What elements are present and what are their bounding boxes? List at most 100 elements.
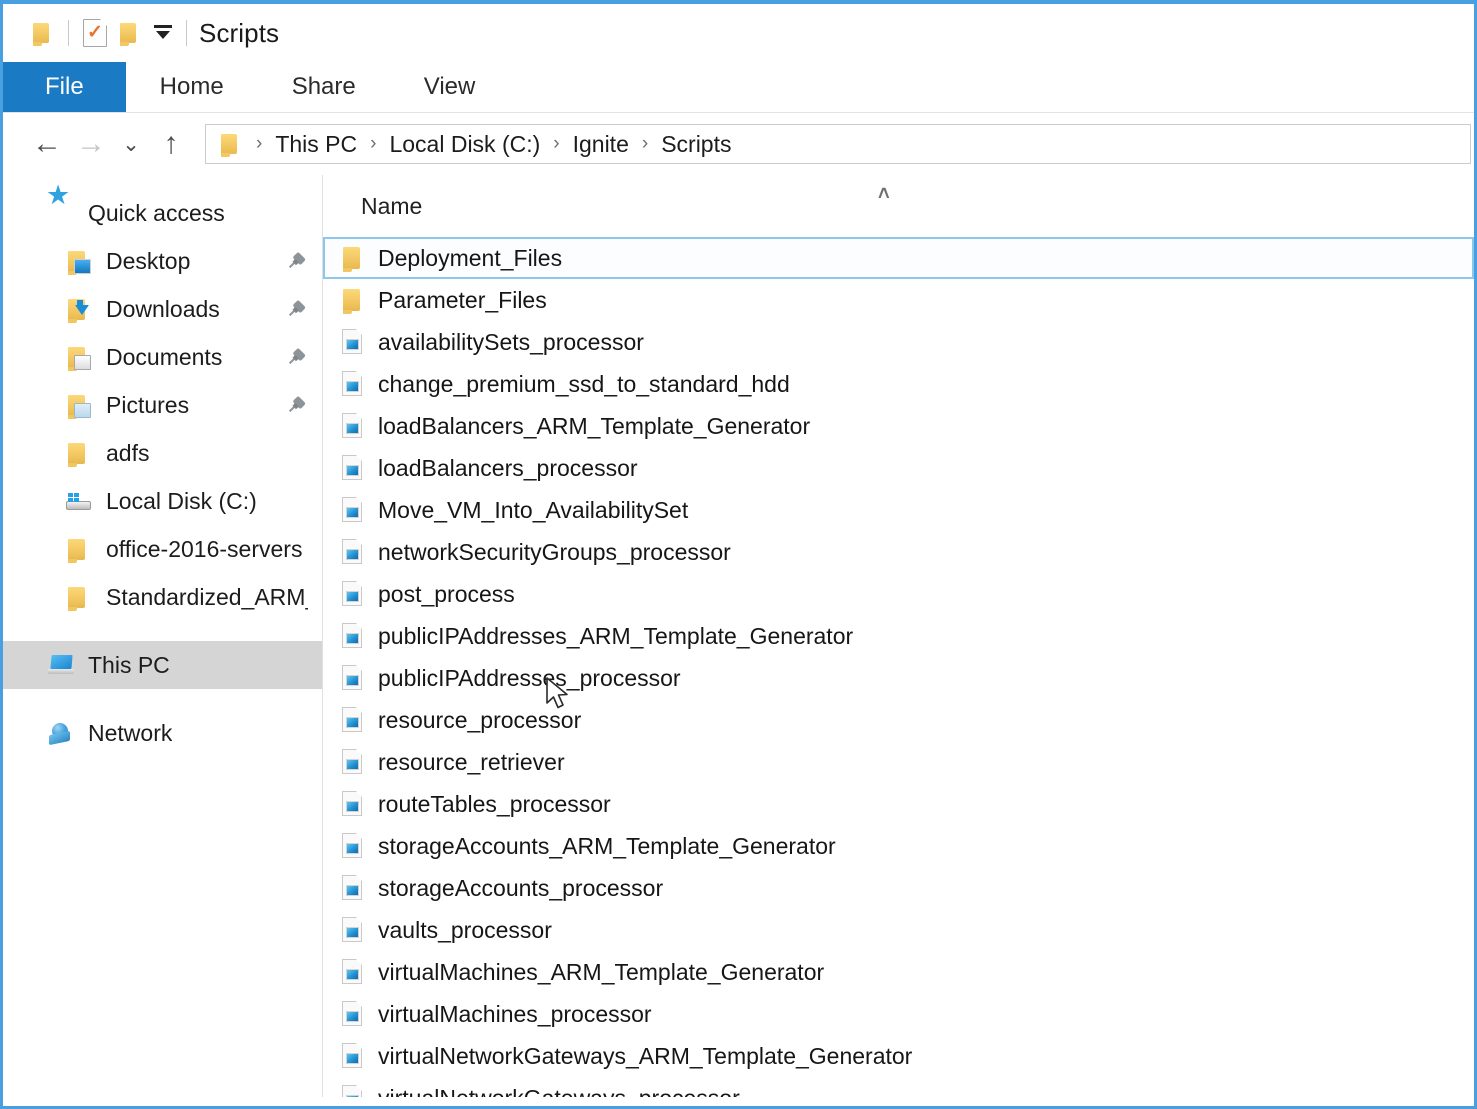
address-bar: ← → ⌄ ↑ › This PC › Local Disk (C:) › Ig…	[3, 113, 1474, 175]
drive-icon	[65, 487, 93, 515]
sidebar-item-documents[interactable]: Documents	[3, 333, 322, 381]
file-name: Deployment_Files	[378, 245, 562, 272]
script-file-icon	[339, 790, 365, 818]
table-row[interactable]: virtualNetworkGateways_processor	[323, 1077, 1474, 1097]
table-row[interactable]: publicIPAddresses_processor	[323, 657, 1474, 699]
file-name: Parameter_Files	[378, 287, 547, 314]
sidebar-item-local-disk[interactable]: Local Disk (C:)	[3, 477, 322, 525]
breadcrumb-separator-1[interactable]: ›	[370, 133, 376, 155]
sidebar-item-label: Standardized_ARM_	[106, 584, 308, 611]
table-row[interactable]: resource_processor	[323, 699, 1474, 741]
breadcrumb-separator-2[interactable]: ›	[553, 133, 559, 155]
file-name: availabilitySets_processor	[378, 329, 644, 356]
table-row[interactable]: resource_retriever	[323, 741, 1474, 783]
tab-home[interactable]: Home	[126, 62, 258, 112]
breadcrumb-item-ignite[interactable]: Ignite	[573, 131, 629, 158]
table-row[interactable]: loadBalancers_ARM_Template_Generator	[323, 405, 1474, 447]
forward-arrow-icon[interactable]: →	[69, 122, 113, 166]
script-file-icon	[339, 622, 365, 650]
file-name: virtualMachines_processor	[378, 1001, 652, 1028]
tab-file[interactable]: File	[3, 62, 126, 112]
folder-icon	[339, 244, 365, 272]
table-row[interactable]: routeTables_processor	[323, 783, 1474, 825]
sidebar-item-label: Quick access	[88, 200, 225, 227]
table-row[interactable]: virtualNetworkGateways_ARM_Template_Gene…	[323, 1035, 1474, 1077]
folder-icon	[65, 583, 93, 611]
file-name: storageAccounts_ARM_Template_Generator	[378, 833, 836, 860]
sidebar-item-quick-access[interactable]: Quick access	[3, 189, 322, 237]
table-row[interactable]: post_process	[323, 573, 1474, 615]
folder-icon[interactable]	[25, 16, 59, 50]
file-name: resource_processor	[378, 707, 581, 734]
table-row[interactable]: Move_VM_Into_AvailabilitySet	[323, 489, 1474, 531]
sidebar-item-downloads[interactable]: Downloads	[3, 285, 322, 333]
tab-share[interactable]: Share	[258, 62, 390, 112]
table-row[interactable]: networkSecurityGroups_processor	[323, 531, 1474, 573]
column-header-name[interactable]: Name	[361, 193, 422, 220]
table-row[interactable]: Parameter_Files	[323, 279, 1474, 321]
tab-view[interactable]: View	[390, 62, 510, 112]
file-name: publicIPAddresses_processor	[378, 665, 681, 692]
script-file-icon	[339, 454, 365, 482]
table-row[interactable]: change_premium_ssd_to_standard_hdd	[323, 363, 1474, 405]
table-row[interactable]: loadBalancers_processor	[323, 447, 1474, 489]
back-arrow-icon[interactable]: ←	[25, 122, 69, 166]
breadcrumb-item-this-pc[interactable]: This PC	[275, 131, 357, 158]
table-row[interactable]: storageAccounts_processor	[323, 867, 1474, 909]
breadcrumb-item-local-disk[interactable]: Local Disk (C:)	[389, 131, 540, 158]
folder-documents-icon	[65, 343, 93, 371]
script-file-icon	[339, 1042, 365, 1070]
network-icon	[47, 719, 75, 747]
table-row[interactable]: virtualMachines_ARM_Template_Generator	[323, 951, 1474, 993]
table-row[interactable]: storageAccounts_ARM_Template_Generator	[323, 825, 1474, 867]
breadcrumb-item-scripts[interactable]: Scripts	[661, 131, 731, 158]
sidebar-item-label: Pictures	[106, 392, 189, 419]
properties-checkmark-icon[interactable]: ✓	[78, 16, 112, 50]
sort-ascending-chevron-icon[interactable]: ˄	[878, 183, 890, 206]
sidebar-item-label: Downloads	[106, 296, 220, 323]
explorer-body: Quick access Desktop Downloads	[3, 175, 1474, 1097]
table-row[interactable]: publicIPAddresses_ARM_Template_Generator	[323, 615, 1474, 657]
pin-icon[interactable]	[285, 394, 308, 417]
breadcrumb-separator-0[interactable]: ›	[256, 133, 262, 155]
sidebar-item-pictures[interactable]: Pictures	[3, 381, 322, 429]
table-row[interactable]: virtualMachines_processor	[323, 993, 1474, 1035]
sidebar-item-label: Local Disk (C:)	[106, 488, 257, 515]
sidebar-item-adfs[interactable]: adfs	[3, 429, 322, 477]
sidebar-item-desktop[interactable]: Desktop	[3, 237, 322, 285]
file-explorer-window: ✓ Scripts File Home Share View ← → ⌄ ↑ ›…	[0, 0, 1477, 1109]
pin-icon[interactable]	[285, 346, 308, 369]
recent-locations-chevron-icon[interactable]: ⌄	[113, 122, 149, 166]
table-row[interactable]: availabilitySets_processor	[323, 321, 1474, 363]
window-title: Scripts	[199, 18, 279, 49]
sidebar-item-label: This PC	[88, 652, 170, 679]
pin-icon[interactable]	[285, 250, 308, 273]
table-row[interactable]: Deployment_Files	[323, 237, 1474, 279]
sidebar-item-standardized-arm[interactable]: Standardized_ARM_	[3, 573, 322, 621]
script-file-icon	[339, 748, 365, 776]
file-name: change_premium_ssd_to_standard_hdd	[378, 371, 790, 398]
sidebar-spacer	[3, 621, 322, 641]
folder-pictures-icon	[65, 391, 93, 419]
new-folder-icon[interactable]	[112, 16, 146, 50]
script-file-icon	[339, 874, 365, 902]
breadcrumb-separator-3[interactable]: ›	[642, 133, 648, 155]
star-icon	[47, 199, 75, 227]
sidebar-item-network[interactable]: Network	[3, 709, 322, 757]
up-arrow-icon[interactable]: ↑	[149, 122, 193, 166]
breadcrumb[interactable]: › This PC › Local Disk (C:) › Ignite › S…	[205, 124, 1471, 164]
table-row[interactable]: vaults_processor	[323, 909, 1474, 951]
file-name: routeTables_processor	[378, 791, 611, 818]
script-file-icon	[339, 496, 365, 524]
customize-dropdown-icon[interactable]	[146, 16, 180, 50]
sidebar-item-this-pc[interactable]: This PC	[3, 641, 322, 689]
script-file-icon	[339, 370, 365, 398]
script-file-icon	[339, 916, 365, 944]
navigation-pane: Quick access Desktop Downloads	[3, 175, 323, 1097]
file-name: virtualNetworkGateways_ARM_Template_Gene…	[378, 1043, 912, 1070]
sidebar-item-label: adfs	[106, 440, 149, 467]
sidebar-item-label: Desktop	[106, 248, 190, 275]
folder-icon	[65, 535, 93, 563]
pin-icon[interactable]	[285, 298, 308, 321]
sidebar-item-office-2016-servers[interactable]: office-2016-servers	[3, 525, 322, 573]
